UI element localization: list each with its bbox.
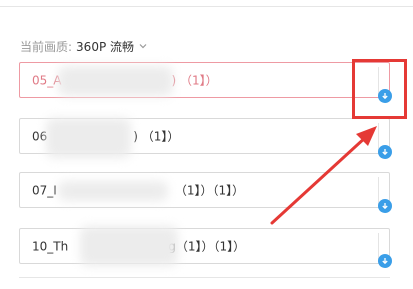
annotation-arrow xyxy=(270,126,377,225)
